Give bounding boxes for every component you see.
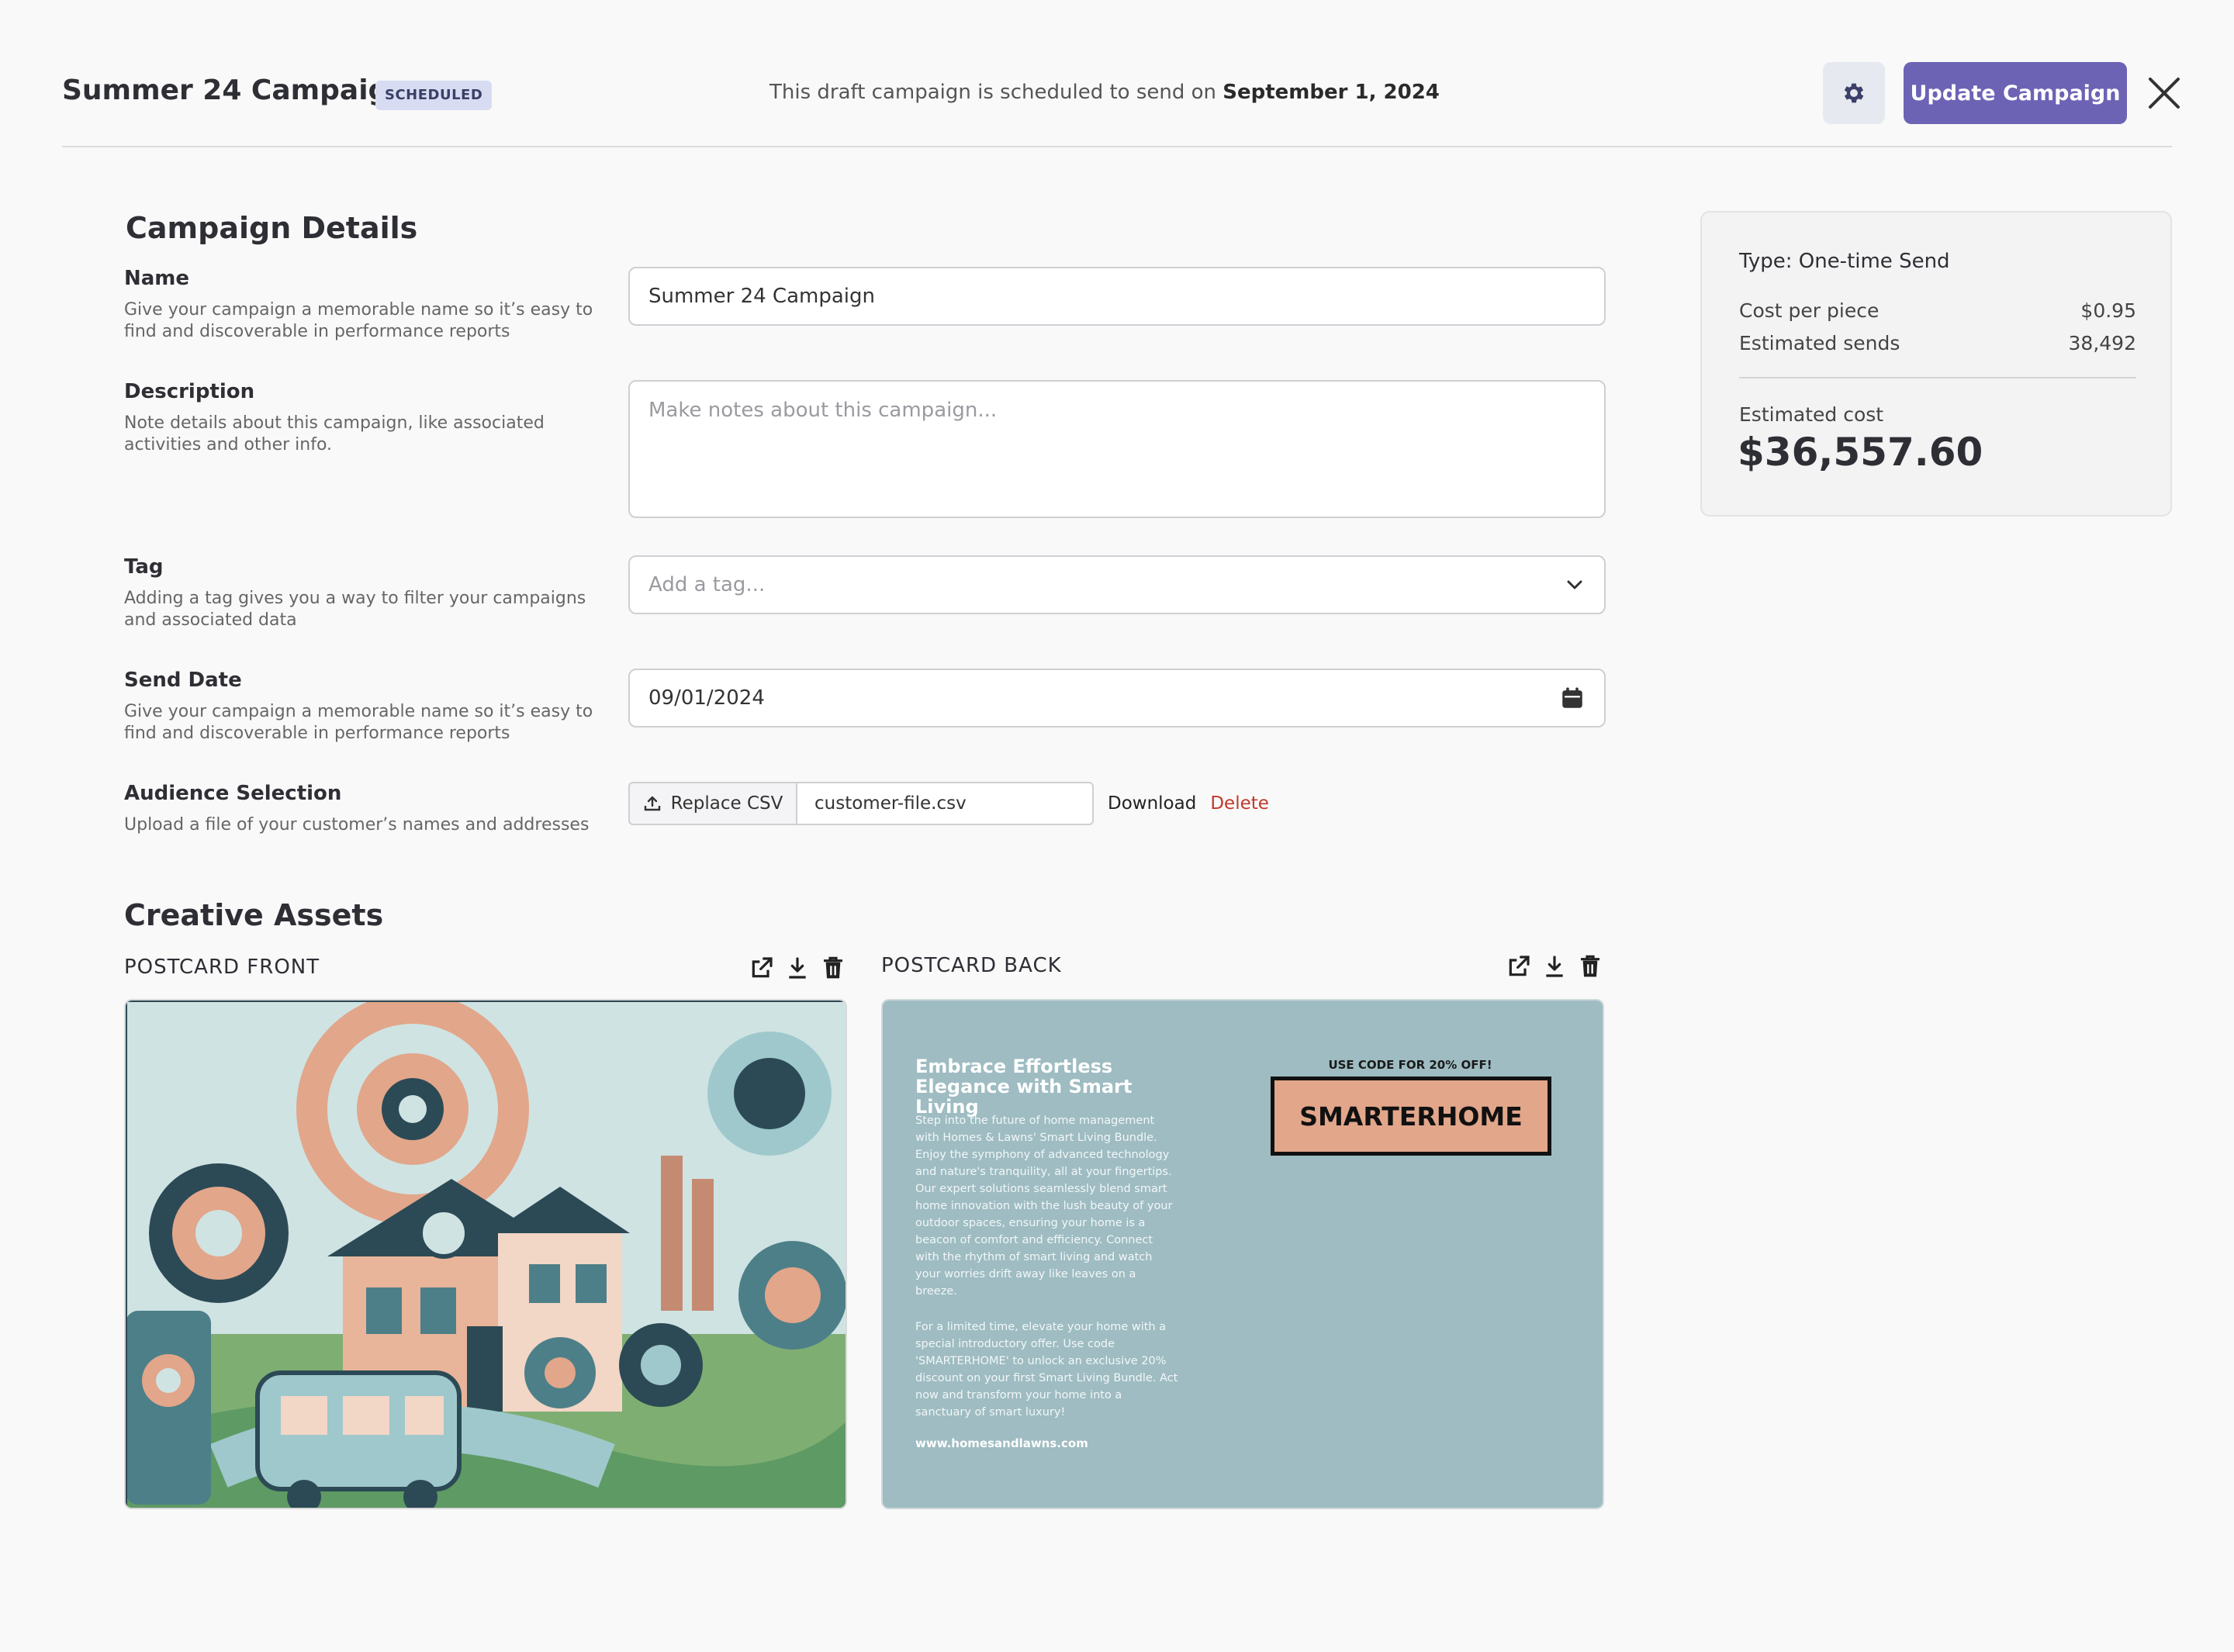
tag-select[interactable]: Add a tag... [628, 555, 1606, 614]
audience-label: Audience Selection [124, 782, 342, 805]
tag-label: Tag [124, 555, 164, 579]
send-type: Type: One-time Send [1739, 250, 1950, 273]
audience-help: Upload a file of your customer’s names a… [124, 815, 590, 835]
cost-summary-card: Type: One-time Send Cost per piece $0.95… [1700, 211, 2172, 517]
replace-csv-label: Replace CSV [670, 793, 783, 814]
chevron-down-icon [1564, 574, 1586, 596]
download-icon[interactable] [1542, 954, 1567, 979]
name-help: Give your campaign a memorable name so i… [124, 300, 593, 341]
cost-per-piece-row: Cost per piece $0.95 [1739, 299, 2136, 322]
postcard-back-image[interactable]: Embrace Effortless Elegance with Smart L… [881, 999, 1604, 1509]
tag-placeholder: Add a tag... [648, 573, 766, 596]
description-label: Description [124, 380, 255, 403]
estimated-sends-value: 38,492 [2068, 332, 2136, 354]
description-help: Note details about this campaign, like a… [124, 413, 545, 454]
estimated-sends-row: Estimated sends 38,492 [1739, 332, 2136, 354]
estimated-sends-label: Estimated sends [1739, 332, 1900, 354]
estimated-cost-value: $36,557.60 [1738, 430, 1983, 475]
send-date-value: 09/01/2024 [648, 686, 765, 710]
delete-link[interactable]: Delete [1210, 793, 1269, 814]
open-external-icon[interactable] [1506, 954, 1531, 979]
gear-icon [1844, 83, 1864, 103]
description-textarea[interactable]: Make notes about this campaign... [628, 380, 1606, 518]
upload-icon [644, 796, 660, 811]
trash-icon[interactable] [1578, 954, 1603, 979]
description-placeholder: Make notes about this campaign... [648, 399, 998, 422]
name-label: Name [124, 267, 190, 290]
postcard-body-text: Step into the future of home management … [915, 1115, 1173, 1298]
schedule-notice: This draft campaign is scheduled to send… [769, 81, 1440, 104]
summary-divider [1739, 377, 2136, 378]
estimated-cost-label: Estimated cost [1739, 403, 1884, 426]
download-link[interactable]: Download [1108, 793, 1196, 814]
postcard-front-label: POSTCARD FRONT [124, 956, 320, 979]
cost-per-piece-label: Cost per piece [1739, 299, 1880, 322]
page-header: Summer 24 Campaign SCHEDULED This draft … [62, 0, 2180, 147]
close-button[interactable] [2141, 70, 2187, 116]
smart-home-illustration [126, 1001, 846, 1508]
postcard-url: www.homesandlawns.com [915, 1436, 1088, 1450]
postcard-back-actions [1506, 954, 1603, 979]
page-title: Summer 24 Campaign [62, 74, 408, 106]
schedule-date: September 1, 2024 [1222, 81, 1440, 104]
replace-csv-button[interactable]: Replace CSV [628, 782, 797, 825]
settings-button[interactable] [1823, 62, 1885, 124]
schedule-prefix: This draft campaign is scheduled to send… [769, 81, 1223, 104]
postcard-front-actions [749, 956, 846, 980]
trash-icon[interactable] [821, 956, 846, 980]
send-date-label: Send Date [124, 669, 242, 692]
postcard-offer-text: For a limited time, elevate your home wi… [915, 1321, 1178, 1419]
tag-help: Adding a tag gives you a way to filter y… [124, 589, 586, 630]
download-icon[interactable] [785, 956, 810, 980]
promo-code-box: SMARTERHOME [1271, 1077, 1551, 1156]
send-date-help: Give your campaign a memorable name so i… [124, 702, 593, 743]
close-icon [2149, 78, 2180, 109]
postcard-headline: Embrace Effortless Elegance with Smart L… [915, 1056, 1133, 1118]
campaign-name-input[interactable]: Summer 24 Campaign [628, 267, 1606, 326]
postcard-front-image[interactable] [124, 999, 847, 1509]
update-campaign-button[interactable]: Update Campaign [1904, 62, 2127, 124]
postcard-back-label: POSTCARD BACK [881, 954, 1062, 977]
campaign-details-heading: Campaign Details [126, 211, 418, 245]
promo-caption: USE CODE FOR 20% OFF! [1328, 1058, 1492, 1072]
calendar-icon[interactable] [1559, 685, 1586, 711]
creative-assets-heading: Creative Assets [124, 898, 384, 932]
campaign-name-value: Summer 24 Campaign [648, 285, 875, 308]
send-date-input[interactable]: 09/01/2024 [628, 669, 1606, 728]
audience-file-row: Replace CSV customer-file.csv Download D… [628, 782, 1269, 825]
open-external-icon[interactable] [749, 956, 774, 980]
csv-file-name: customer-file.csv [797, 782, 1094, 825]
status-badge: SCHEDULED [375, 81, 493, 110]
cost-per-piece-value: $0.95 [2080, 299, 2136, 322]
